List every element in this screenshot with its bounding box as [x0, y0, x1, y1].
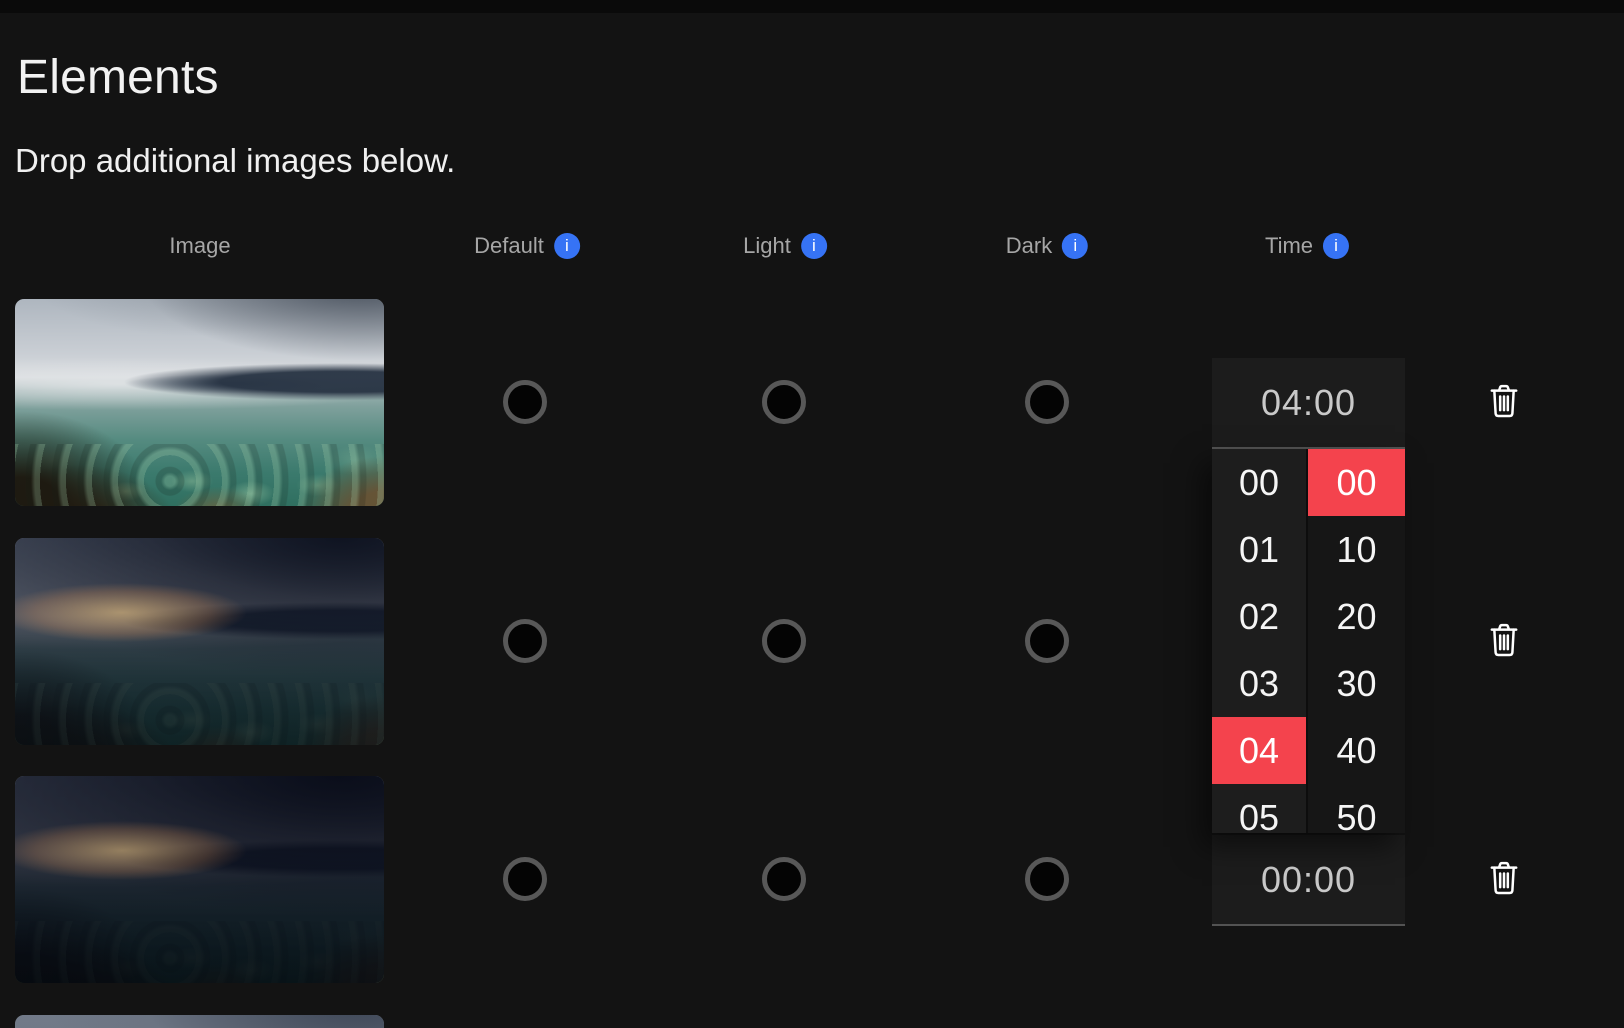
image-thumbnail-row-4: [15, 1015, 384, 1028]
radio-light-row-1[interactable]: [762, 380, 806, 424]
info-glyph: i: [1334, 236, 1338, 255]
trash-icon: [1484, 379, 1524, 425]
image-thumbnail-row-1: [15, 299, 384, 506]
info-icon[interactable]: i: [553, 233, 580, 259]
column-label-dark: Dark: [1005, 233, 1053, 258]
radio-default-row-2[interactable]: [503, 619, 547, 663]
column-header-light: Light i: [743, 233, 827, 259]
minute-option[interactable]: 20: [1308, 583, 1405, 650]
elements-page: Elements Drop additional images below. I…: [0, 0, 1624, 1028]
delete-row-1-button[interactable]: [1482, 377, 1526, 427]
radio-light-row-3[interactable]: [762, 857, 806, 901]
radio-dark-row-1[interactable]: [1025, 380, 1069, 424]
hour-option-selected[interactable]: 04: [1212, 717, 1306, 784]
drop-instructions: Drop additional images below.: [15, 142, 456, 179]
column-label-light: Light: [743, 233, 791, 258]
trash-icon: [1484, 856, 1524, 902]
column-label-time: Time: [1264, 233, 1314, 258]
thumbnail-dusk-overlay: [15, 538, 384, 745]
thumbnail-dusk-overlay: [15, 1015, 384, 1028]
thumbnail-texture: [15, 443, 384, 506]
column-header-default: Default i: [474, 233, 580, 259]
time-picker-dropdown: 00 01 02 03 04 05 00 10 20 30 40 50: [1212, 449, 1405, 833]
delete-row-2-button[interactable]: [1482, 616, 1526, 666]
window-top-strip: [0, 0, 1624, 13]
time-input-row-3[interactable]: 00:00: [1212, 835, 1405, 926]
hour-option[interactable]: 00: [1212, 449, 1306, 516]
info-glyph: i: [564, 236, 569, 255]
radio-default-row-3[interactable]: [503, 857, 547, 901]
time-input-row-1[interactable]: 04:00: [1212, 358, 1405, 449]
image-thumbnail-row-2: [15, 538, 384, 745]
info-icon[interactable]: i: [800, 233, 827, 259]
minute-option[interactable]: 40: [1308, 717, 1405, 784]
trash-icon: [1484, 618, 1524, 664]
info-icon[interactable]: i: [1062, 233, 1089, 259]
radio-default-row-1[interactable]: [503, 380, 547, 424]
minute-option[interactable]: 10: [1308, 516, 1405, 583]
hour-option[interactable]: 02: [1212, 583, 1306, 650]
radio-dark-row-2[interactable]: [1025, 619, 1069, 663]
hour-option[interactable]: 05: [1212, 784, 1306, 834]
thumbnail-night-overlay: [15, 776, 384, 983]
radio-light-row-2[interactable]: [762, 619, 806, 663]
image-thumbnail-row-3: [15, 776, 384, 983]
minute-column: 00 10 20 30 40 50: [1308, 449, 1405, 833]
column-label-image: Image: [169, 233, 231, 258]
minute-option[interactable]: 30: [1308, 650, 1405, 717]
info-glyph: i: [1073, 236, 1078, 255]
column-header-dark: Dark i: [1005, 233, 1089, 259]
hour-option[interactable]: 01: [1212, 516, 1306, 583]
hour-option[interactable]: 03: [1212, 650, 1306, 717]
info-icon[interactable]: i: [1323, 233, 1350, 259]
minute-option[interactable]: 50: [1308, 784, 1405, 834]
column-label-default: Default: [474, 233, 544, 258]
hour-column: 00 01 02 03 04 05: [1212, 449, 1306, 833]
minute-option-selected[interactable]: 00: [1308, 449, 1405, 516]
column-header-image: Image: [169, 233, 230, 259]
radio-dark-row-3[interactable]: [1025, 857, 1069, 901]
page-title: Elements: [17, 51, 219, 104]
column-header-time: Time i: [1264, 233, 1350, 259]
delete-row-3-button[interactable]: [1482, 854, 1526, 904]
info-glyph: i: [811, 236, 816, 255]
